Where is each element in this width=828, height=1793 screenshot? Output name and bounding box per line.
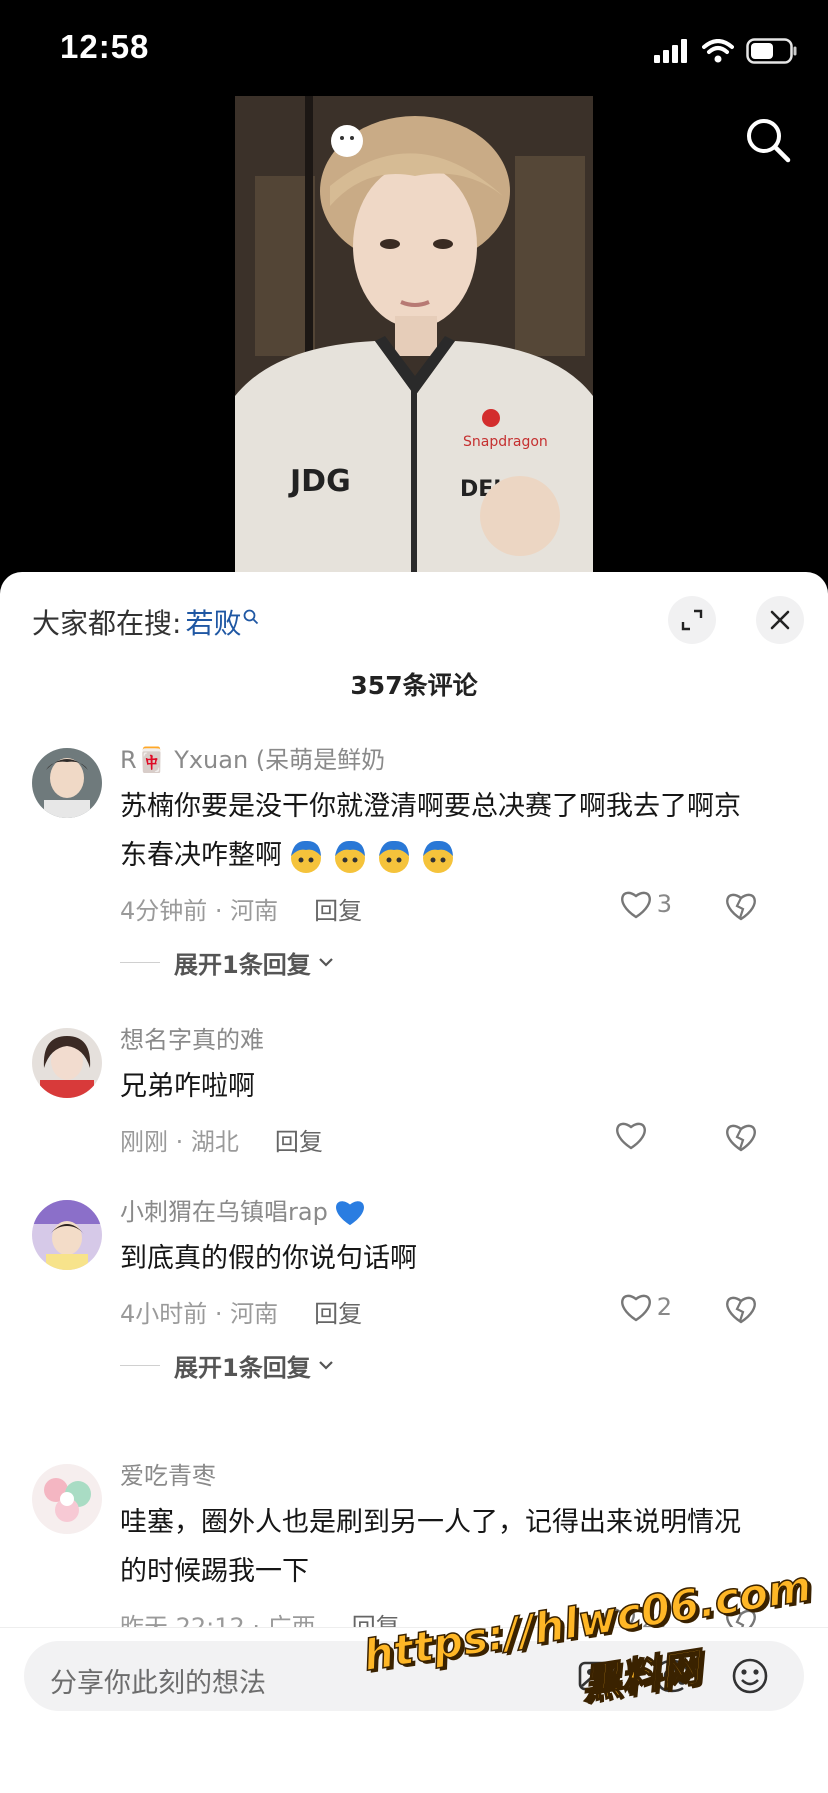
- broken-heart-icon[interactable]: [724, 1293, 758, 1325]
- close-icon: [770, 610, 790, 630]
- search-icon[interactable]: [744, 116, 792, 164]
- comment-text: 兄弟咋啦啊: [120, 1071, 255, 1102]
- small-search-icon: [244, 609, 259, 625]
- video-player[interactable]: Snapdragon JDG DEL: [235, 96, 593, 572]
- comment-text-line: 东春决咋整啊: [120, 840, 282, 871]
- comment-username[interactable]: 小刺猬在乌镇唱rap: [120, 1194, 788, 1230]
- avatar[interactable]: [32, 1028, 102, 1098]
- hot-search-prefix: 大家都在搜:: [32, 607, 182, 640]
- comment-text-line: 苏楠你要是没干你就澄清啊要总决赛了啊我去了啊京: [120, 791, 741, 822]
- chevron-down-icon: [318, 1361, 333, 1370]
- divider-line: [120, 1364, 160, 1366]
- avatar[interactable]: [32, 1464, 102, 1534]
- status-icons: [654, 36, 798, 66]
- comment-panel-header: 大家都在搜: 若败 357条评论: [0, 572, 828, 700]
- reply-button[interactable]: 回复: [314, 1294, 362, 1329]
- broken-heart-icon[interactable]: [724, 890, 758, 922]
- comment-time-location: 4小时前 · 河南: [120, 1299, 279, 1328]
- status-time: 12:58: [60, 28, 150, 65]
- comment-username[interactable]: R🀄 Yxuan (呆萌是鲜奶: [120, 742, 788, 778]
- comment-username-text: 小刺猬在乌镇唱rap: [120, 1198, 328, 1226]
- video-area[interactable]: Snapdragon JDG DEL: [0, 96, 828, 576]
- expand-replies-label: 展开1条回复: [174, 1353, 311, 1382]
- comment-time-location: 刚刚 · 湖北: [120, 1127, 239, 1156]
- blue-heart-icon: [335, 1201, 364, 1226]
- battery-icon: [746, 38, 797, 64]
- like-button[interactable]: [614, 1119, 672, 1151]
- heart-icon: [616, 1122, 646, 1150]
- comment-username[interactable]: 爱吃青枣: [120, 1458, 788, 1494]
- reply-button[interactable]: 回复: [314, 891, 362, 926]
- like-button[interactable]: 2: [619, 1291, 672, 1323]
- expand-icon: [681, 609, 703, 631]
- expand-panel-button[interactable]: [668, 596, 716, 644]
- wifi-icon: [702, 39, 734, 63]
- like-button[interactable]: 3: [619, 888, 672, 920]
- cellular-signal-icon: [654, 39, 687, 63]
- heart-icon: [620, 891, 651, 919]
- comment-count: 357条评论: [350, 671, 478, 700]
- comment-time-location: 4分钟前 · 河南: [120, 896, 279, 925]
- svg-text:Snapdragon: Snapdragon: [463, 434, 548, 450]
- hot-search-keyword[interactable]: 若败: [185, 602, 241, 642]
- like-count: 2: [656, 1293, 672, 1321]
- emoji-icon: [335, 840, 365, 873]
- svg-text:JDG: JDG: [288, 464, 351, 499]
- comment-list: R🀄 Yxuan (呆萌是鲜奶 苏楠你要是没干你就澄清啊要总决赛了啊我去了啊京 …: [0, 742, 828, 1658]
- comment-item[interactable]: R🀄 Yxuan (呆萌是鲜奶 苏楠你要是没干你就澄清啊要总决赛了啊我去了啊京 …: [0, 742, 828, 1018]
- emoji-icon: [291, 840, 321, 873]
- comment-item[interactable]: 小刺猬在乌镇唱rap 到底真的假的你说句话啊 4小时前 · 河南 回复 2 展开…: [0, 1194, 828, 1428]
- close-panel-button[interactable]: [756, 596, 804, 644]
- expand-replies-button[interactable]: 展开1条回复: [120, 934, 788, 990]
- emoji-group: [288, 838, 456, 874]
- avatar[interactable]: [32, 748, 102, 818]
- avatar[interactable]: [32, 1200, 102, 1270]
- video-thumbnail-image: Snapdragon JDG DEL: [235, 96, 593, 572]
- comment-text: 苏楠你要是没干你就澄清啊要总决赛了啊我去了啊京 东春决咋整啊: [120, 782, 788, 880]
- comment-username[interactable]: 想名字真的难: [120, 1022, 788, 1058]
- comment-meta: 刚刚 · 湖北 回复: [120, 1115, 788, 1163]
- expand-replies-button[interactable]: 展开1条回复: [120, 1337, 788, 1393]
- divider-line: [120, 961, 160, 963]
- status-bar: 12:58: [0, 0, 828, 96]
- emoji-icon: [423, 840, 453, 873]
- heart-icon: [620, 1294, 651, 1322]
- like-count: 3: [656, 890, 672, 918]
- comment-text: 到底真的假的你说句话啊: [120, 1243, 417, 1274]
- reply-button[interactable]: 回复: [275, 1122, 323, 1157]
- comment-meta: 4分钟前 · 河南 回复 3: [120, 884, 788, 932]
- comment-input-placeholder: 分享你此刻的想法: [50, 1668, 266, 1699]
- comment-item[interactable]: 想名字真的难 兄弟咋啦啊 刚刚 · 湖北 回复: [0, 1022, 828, 1190]
- emoji-icon: [379, 840, 409, 873]
- chevron-down-icon: [318, 958, 333, 967]
- comment-meta: 4小时前 · 河南 回复 2: [120, 1287, 788, 1335]
- comment-text-line: 哇塞，圈外人也是刷到另一人了，记得出来说明情况: [120, 1507, 741, 1538]
- broken-heart-icon[interactable]: [724, 1121, 758, 1153]
- hot-search-suggestion[interactable]: 大家都在搜: 若败: [32, 602, 259, 642]
- expand-replies-label: 展开1条回复: [174, 950, 311, 979]
